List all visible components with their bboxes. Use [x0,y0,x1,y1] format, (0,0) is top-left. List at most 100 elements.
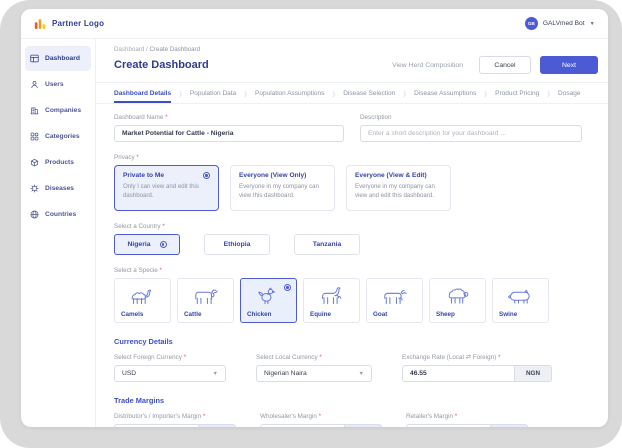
specie-name: Sheep [436,311,479,318]
distributor-margin-suffix [198,424,236,427]
topbar: Partner Logo GB GALVmed Bot ▼ [21,9,608,39]
privacy-option-desc: Everyone in my company can view and edit… [355,182,442,200]
tab-product-pricing[interactable]: Product Pricing [495,83,539,103]
specie-option-swine[interactable]: Swine [492,278,549,323]
sidebar-item-products[interactable]: Products [25,150,91,175]
chevron-down-icon: ▼ [590,21,595,26]
page-header: Dashboard / Create Dashboard Create Dash… [96,39,608,83]
country-name: Ethiopia [224,241,251,248]
virus-icon [30,184,39,193]
specie-option-sheep[interactable]: Sheep [429,278,486,323]
users-icon [30,80,39,89]
breadcrumb-separator: / [146,46,148,53]
globe-icon [30,210,39,219]
privacy-option-everyone-view-only[interactable]: Everyone (View Only) Everyone in my comp… [230,165,335,211]
tab-population-data[interactable]: Population Data [190,83,236,103]
privacy-option-title: Everyone (View & Edit) [355,172,427,179]
pig-icon [505,284,537,307]
local-currency-select[interactable]: Nigerian Naira ▼ [256,365,372,382]
specie-name: Chicken [247,311,290,318]
exchange-rate-input[interactable] [402,365,514,382]
specie-option-equine[interactable]: Equine [303,278,360,323]
specie-label: Select a Specie * [114,267,582,274]
sidebar-item-label: Products [45,159,74,166]
sidebar-item-label: Categories [45,133,80,140]
wholesaler-margin-suffix [344,424,382,427]
chevron-separator-icon: › [179,85,182,102]
sidebar-item-label: Dashboard [45,55,80,62]
dashboard-icon [30,54,39,63]
country-option-tanzania[interactable]: Tanzania [294,234,360,255]
wholesaler-margin-label: Wholesaler's Margin * [260,413,382,420]
retailer-margin-input[interactable] [406,424,490,427]
chevron-separator-icon: › [484,85,487,102]
country-name: Tanzania [313,241,342,248]
distributor-margin-label: Distributor's / Importer's Margin * [114,413,236,420]
radio-selected-icon [160,241,167,248]
country-label: Select a Country * [114,223,582,230]
brand: Partner Logo [34,18,104,30]
distributor-margin-input[interactable] [114,424,198,427]
trade-margins-heading: Trade Margins [114,396,582,405]
sidebar-item-label: Countries [45,211,76,218]
tab-population-assumptions[interactable]: Population Assumptions [255,83,324,103]
sidebar-item-categories[interactable]: Categories [25,124,91,149]
sidebar-item-diseases[interactable]: Diseases [25,176,91,201]
sheep-icon [442,284,474,307]
avatar: GB [525,17,538,30]
tab-dosage[interactable]: Dosage [558,83,580,103]
description-input[interactable] [360,125,582,142]
user-menu[interactable]: GB GALVmed Bot ▼ [525,17,595,30]
specie-option-cattle[interactable]: Cattle [177,278,234,323]
exchange-rate-currency-suffix: NGN [514,365,552,382]
country-name: Nigeria [127,241,150,248]
dashboard-name-input[interactable] [114,125,344,142]
next-button[interactable]: Next [540,56,598,74]
view-herd-composition-link[interactable]: View Herd Composition [392,62,463,69]
product-box-icon [30,158,39,167]
sidebar-item-label: Users [45,81,64,88]
privacy-option-private-to-me[interactable]: Private to Me Only I can view and edit t… [114,165,219,211]
specie-name: Swine [499,311,542,318]
sidebar-item-users[interactable]: Users [25,72,91,97]
specie-name: Equine [310,311,353,318]
tab-dashboard-details[interactable]: Dashboard Details [114,83,171,103]
privacy-option-title: Private to Me [123,172,164,179]
retailer-margin-label: Retailer's Margin * [406,413,528,420]
sidebar-item-countries[interactable]: Countries [25,202,91,227]
breadcrumb-parent[interactable]: Dashboard [114,46,144,53]
building-icon [30,106,39,115]
country-option-ethiopia[interactable]: Ethiopia [204,234,270,255]
privacy-option-everyone-view-edit[interactable]: Everyone (View & Edit) Everyone in my co… [346,165,451,211]
currency-details-heading: Currency Details [114,337,582,346]
exchange-rate-label: Exchange Rate (Local ⇄ Foreign) * [402,354,552,361]
goat-icon [379,284,411,307]
foreign-currency-select[interactable]: USD ▼ [114,365,226,382]
wholesaler-margin-input[interactable] [260,424,344,427]
dashboard-name-label: Dashboard Name * [114,114,344,121]
brand-name: Partner Logo [52,19,104,28]
specie-option-chicken[interactable]: Chicken [240,278,297,323]
privacy-option-desc: Only I can view and edit this dashboard. [123,182,210,200]
cancel-button[interactable]: Cancel [479,56,531,74]
dashboard-details-form: Dashboard Name * Description Privacy * [96,104,608,427]
radio-selected-icon [203,172,210,179]
radio-selected-icon [284,284,291,291]
main-content: Dashboard / Create Dashboard Create Dash… [96,39,608,427]
sidebar-item-dashboard[interactable]: Dashboard [25,46,91,71]
stepper-tabs: Dashboard Details › Population Data › Po… [96,83,608,104]
specie-option-camels[interactable]: Camels [114,278,171,323]
description-label: Description [360,114,582,121]
tab-disease-selection[interactable]: Disease Selection [343,83,395,103]
specie-option-goat[interactable]: Goat [366,278,423,323]
chevron-separator-icon: › [403,85,406,102]
user-name: GALVmed Bot [543,20,585,27]
country-option-nigeria[interactable]: Nigeria [114,234,180,255]
chevron-separator-icon: › [244,85,247,102]
sidebar-item-companies[interactable]: Companies [25,98,91,123]
tab-disease-assumptions[interactable]: Disease Assumptions [414,83,476,103]
foreign-currency-value: USD [122,370,136,377]
chevron-separator-icon: › [332,85,335,102]
specie-name: Goat [373,311,416,318]
horse-icon [316,284,348,307]
